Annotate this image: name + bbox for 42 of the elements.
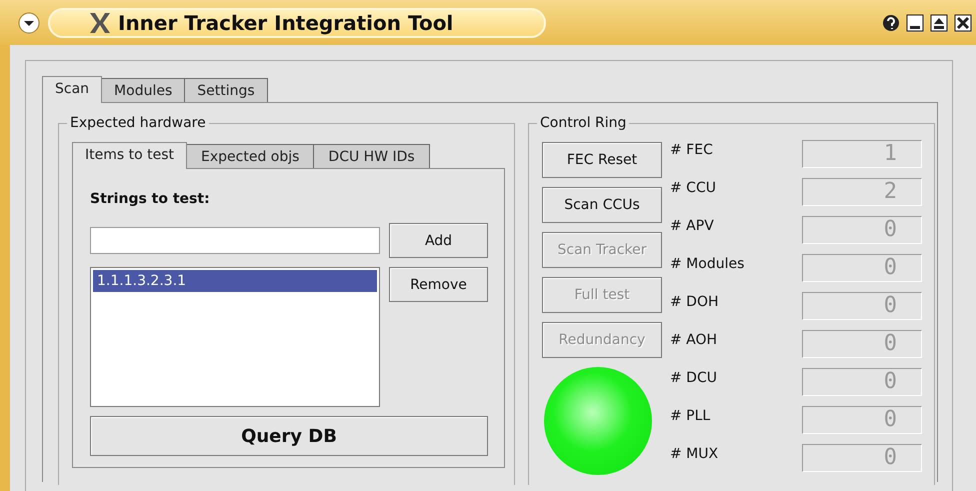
window-title: Inner Tracker Integration Tool [118, 10, 454, 34]
list-box[interactable]: 1.1.1.3.2.3.1 [90, 267, 380, 407]
lcd-value: 2 [884, 179, 897, 204]
action-button[interactable]: FEC Reset [542, 142, 662, 178]
help-icon[interactable] [882, 14, 900, 32]
maximize-icon[interactable] [930, 14, 948, 32]
counter-label: # MUX [670, 445, 720, 464]
tab[interactable]: Expected objs [186, 144, 314, 168]
group-title: Expected hardware [67, 115, 209, 131]
lcd-value: 0 [884, 445, 897, 470]
tab[interactable]: Scan [42, 76, 102, 103]
lcd-value: 0 [884, 369, 897, 394]
tab[interactable]: Items to test [72, 142, 188, 169]
counter-label: # CCU [670, 179, 717, 198]
lcd-value: 1 [884, 141, 897, 166]
group-title: Control Ring [537, 115, 630, 131]
x-logo-icon [88, 12, 112, 34]
tab[interactable]: DCU HW IDs [313, 144, 430, 168]
counter-label: # DCU [670, 369, 718, 388]
close-icon[interactable] [954, 14, 972, 32]
lcd-value: 0 [884, 293, 897, 318]
tab[interactable]: Modules [101, 78, 186, 102]
add-button[interactable]: Add [389, 223, 488, 258]
input-field[interactable] [90, 227, 380, 254]
counter-label: # FEC [670, 141, 714, 160]
lcd-value: 0 [884, 255, 897, 280]
query-button[interactable]: Query DB [90, 416, 488, 456]
lcd-value: 0 [884, 407, 897, 432]
list-item[interactable]: 1.1.1.3.2.3.1 [93, 270, 377, 292]
lcd-value: 0 [884, 331, 897, 356]
counter-label: # AOH [670, 331, 718, 350]
remove-button[interactable]: Remove [389, 267, 488, 302]
tab[interactable]: Settings [184, 78, 268, 102]
counter-label: # DOH [670, 293, 720, 312]
lcd-value: 0 [884, 217, 897, 242]
counter-label: # APV [670, 217, 715, 236]
counter-label: # Modules [670, 255, 746, 274]
counter-label: # PLL [670, 407, 712, 426]
minimize-icon[interactable] [906, 14, 924, 32]
window-menu-icon[interactable] [18, 12, 40, 34]
action-button[interactable]: Scan CCUs [542, 187, 662, 223]
field-label: Strings to test: [90, 190, 211, 209]
